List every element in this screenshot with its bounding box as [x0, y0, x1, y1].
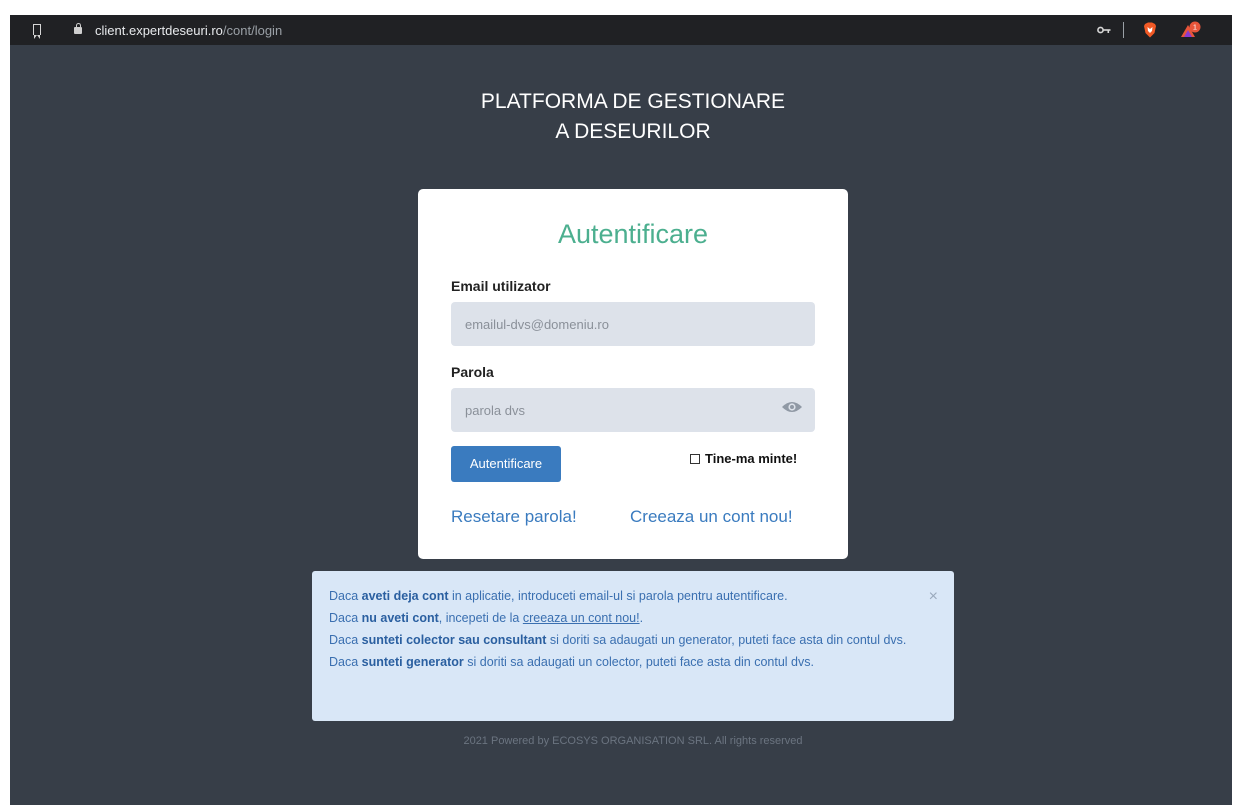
password-label: Parola: [451, 364, 494, 380]
reset-password-link[interactable]: Resetare parola!: [451, 507, 577, 527]
login-card: Autentificare Email utilizator Parola Au…: [418, 189, 848, 559]
footer-copyright: 2021 Powered by ECOSYS ORGANISATION SRL.…: [463, 735, 803, 747]
info-line-2: Daca nu aveti cont, incepeti de la creea…: [329, 611, 644, 625]
show-password-icon[interactable]: [781, 400, 803, 414]
info-line-1: Daca aveti deja cont in aplicatie, intro…: [329, 589, 788, 603]
info-line-4: Daca sunteti generator si doriti sa adau…: [329, 655, 814, 669]
browser-window: client.expertdeseuri.ro/cont/login 1 PLA…: [10, 15, 1232, 805]
email-input[interactable]: [451, 302, 815, 346]
login-button[interactable]: Autentificare: [451, 446, 561, 482]
page-title: PLATFORMA DE GESTIONARE A DESEURILOR: [10, 87, 1232, 147]
info-create-account-link[interactable]: creeaza un cont nou!: [523, 611, 640, 625]
remember-me[interactable]: Tine-ma minte!: [690, 451, 797, 466]
lock-icon[interactable]: [74, 23, 82, 34]
info-line-3: Daca sunteti colector sau consultant si …: [329, 633, 907, 647]
info-alert: × Daca aveti deja cont in aplicatie, int…: [312, 571, 954, 721]
url-text[interactable]: client.expertdeseuri.ro/cont/login: [95, 23, 282, 38]
bookmark-icon[interactable]: [33, 24, 41, 39]
brave-shield-icon[interactable]: [1143, 22, 1157, 38]
page-title-line2: A DESEURILOR: [555, 120, 711, 143]
url-host: client.expertdeseuri.ro: [95, 23, 223, 38]
create-account-link[interactable]: Creeaza un cont nou!: [630, 507, 793, 527]
rewards-badge: 1: [1193, 23, 1197, 32]
remember-me-label: Tine-ma minte!: [705, 451, 798, 466]
address-bar[interactable]: client.expertdeseuri.ro/cont/login 1: [10, 15, 1232, 45]
password-input[interactable]: [451, 388, 815, 432]
login-heading: Autentificare: [557, 219, 709, 249]
remember-me-checkbox[interactable]: [690, 453, 700, 464]
close-alert-icon[interactable]: ×: [929, 588, 938, 605]
url-path: /cont/login: [222, 23, 283, 38]
page-title-line1: PLATFORMA DE GESTIONARE: [480, 90, 786, 113]
brave-rewards-icon[interactable]: 1: [1180, 21, 1202, 39]
email-label: Email utilizator: [451, 278, 551, 294]
key-icon[interactable]: [1097, 25, 1111, 35]
toolbar-separator: [1123, 22, 1124, 38]
